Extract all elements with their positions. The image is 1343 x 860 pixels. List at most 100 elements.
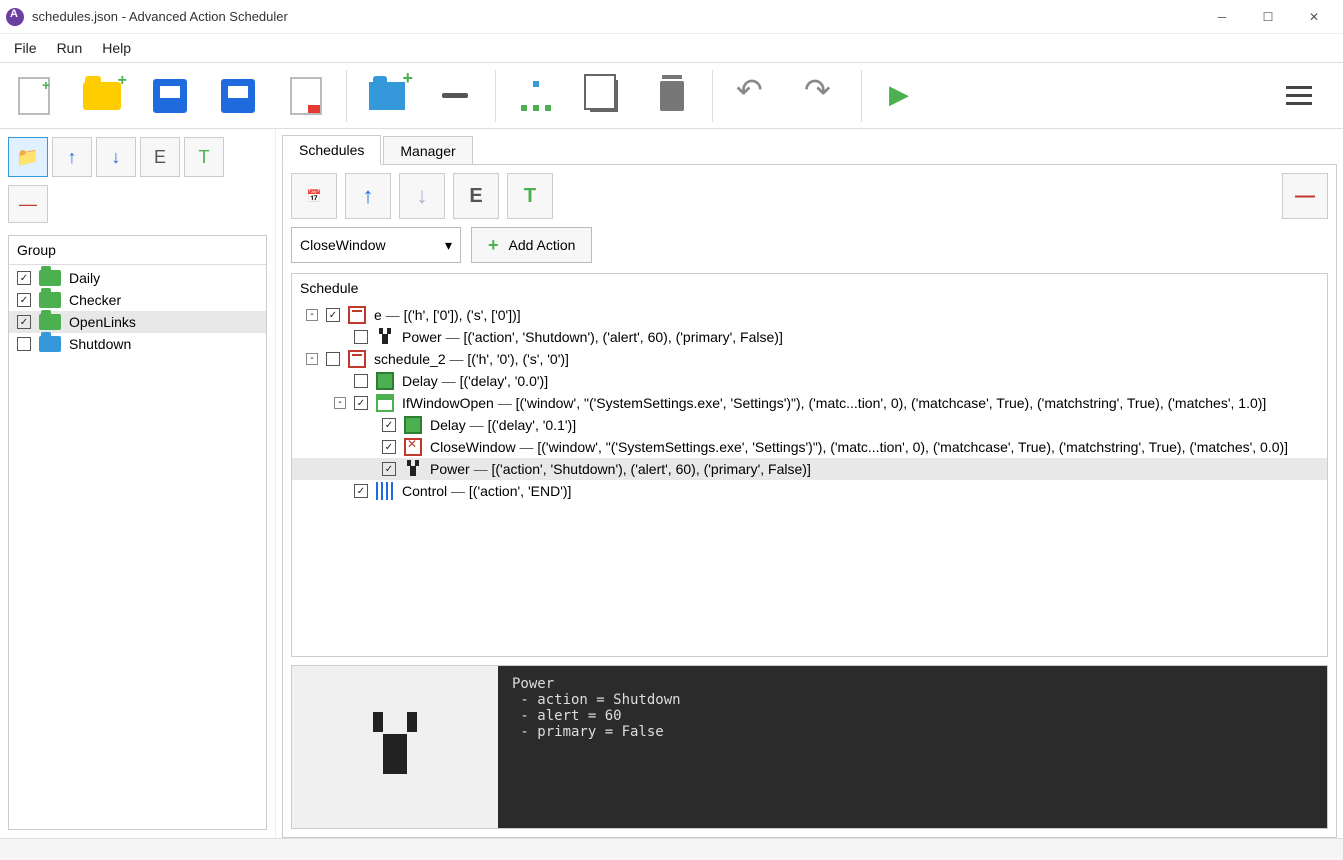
- copy-button[interactable]: [574, 71, 634, 121]
- folder-icon: [39, 336, 61, 352]
- menu-button[interactable]: [1269, 71, 1329, 121]
- checkbox[interactable]: [17, 315, 31, 329]
- tree-row[interactable]: -IfWindowOpen[('window', "('SystemSettin…: [292, 392, 1327, 414]
- remove-schedule-button[interactable]: [425, 71, 485, 121]
- tree-row[interactable]: Power[('action', 'Shutdown'), ('alert', …: [292, 326, 1327, 348]
- checkbox[interactable]: [354, 484, 368, 498]
- tab-schedules[interactable]: Schedules: [282, 135, 381, 165]
- sch-e-button[interactable]: E: [453, 173, 499, 219]
- tree-spacer: [334, 485, 346, 497]
- sch-add-button[interactable]: 📅: [291, 173, 337, 219]
- close-button[interactable]: ✕: [1291, 2, 1337, 32]
- tree-spacer: [334, 331, 346, 343]
- saveas-button[interactable]: [208, 71, 268, 121]
- power-plug-icon: [365, 712, 425, 782]
- checkbox[interactable]: [326, 308, 340, 322]
- arrow-up-icon: ↑: [68, 147, 77, 168]
- sidebar-down-button[interactable]: ↓: [96, 137, 136, 177]
- redo-button[interactable]: [791, 71, 851, 121]
- calendar-icon: [348, 350, 366, 368]
- undo-button[interactable]: [723, 71, 783, 121]
- tree-icon: [521, 81, 551, 111]
- tree-spacer: [362, 419, 374, 431]
- tree-row[interactable]: CloseWindow[('window', "('SystemSettings…: [292, 436, 1327, 458]
- menu-run[interactable]: Run: [47, 36, 93, 60]
- checkbox[interactable]: [17, 293, 31, 307]
- calendar-icon: 📅: [307, 189, 322, 203]
- copy-icon: [590, 80, 618, 112]
- checkbox[interactable]: [382, 462, 396, 476]
- tree-row-text: Delay[('delay', '0.0')]: [402, 373, 548, 389]
- schedule-tree: -e[('h', ['0']), ('s', ['0'])]Power[('ac…: [292, 302, 1327, 504]
- details-panel: Power - action = Shutdown - alert = 60 -…: [291, 665, 1328, 829]
- tree-toggle[interactable]: -: [334, 397, 346, 409]
- schedules-panel: 📅 E T — CloseWindow ▾ + Add Action Sched…: [282, 164, 1337, 838]
- menu-file[interactable]: File: [4, 36, 47, 60]
- checkbox[interactable]: [354, 374, 368, 388]
- checkbox[interactable]: [354, 330, 368, 344]
- group-item-checker[interactable]: Checker: [9, 289, 266, 311]
- add-schedule-button[interactable]: [357, 71, 417, 121]
- sidebar-t-button[interactable]: T: [184, 137, 224, 177]
- group-item-openlinks[interactable]: OpenLinks: [9, 311, 266, 333]
- e-icon: E: [154, 147, 166, 168]
- sidebar-minus-button[interactable]: —: [8, 185, 48, 223]
- delete-button[interactable]: [642, 71, 702, 121]
- sidebar-e-button[interactable]: E: [140, 137, 180, 177]
- group-item-shutdown[interactable]: Shutdown: [9, 333, 266, 355]
- sidebar-up-button[interactable]: ↑: [52, 137, 92, 177]
- window-icon: [376, 394, 394, 412]
- checkbox[interactable]: [354, 396, 368, 410]
- window-title: schedules.json - Advanced Action Schedul…: [32, 9, 288, 24]
- sch-t-button[interactable]: T: [507, 173, 553, 219]
- sch-minus-button[interactable]: —: [1282, 173, 1328, 219]
- checkbox[interactable]: [17, 271, 31, 285]
- checkbox[interactable]: [17, 337, 31, 351]
- power-icon: [404, 460, 422, 478]
- chevron-down-icon: ▾: [445, 237, 452, 254]
- group-item-label: Checker: [69, 292, 121, 308]
- add-action-button[interactable]: + Add Action: [471, 227, 592, 263]
- tree-toggle[interactable]: -: [306, 309, 318, 321]
- save-icon: [153, 79, 187, 113]
- main-toolbar: [0, 62, 1343, 129]
- app-icon: [6, 8, 24, 26]
- t-icon: T: [199, 147, 210, 168]
- sidebar-add-button[interactable]: 📁: [8, 137, 48, 177]
- delay-icon: [404, 416, 422, 434]
- control-icon: [376, 482, 394, 500]
- checkbox[interactable]: [382, 440, 396, 454]
- close-doc-button[interactable]: [276, 71, 336, 121]
- tree-toggle[interactable]: -: [306, 353, 318, 365]
- checkbox[interactable]: [382, 418, 396, 432]
- maximize-button[interactable]: ☐: [1245, 2, 1291, 32]
- tab-manager[interactable]: Manager: [383, 136, 472, 165]
- folder-icon: [39, 314, 61, 330]
- save-button[interactable]: [140, 71, 200, 121]
- run-button[interactable]: [872, 71, 932, 121]
- minimize-button[interactable]: ─: [1199, 2, 1245, 32]
- checkbox[interactable]: [326, 352, 340, 366]
- open-button[interactable]: [72, 71, 132, 121]
- group-item-daily[interactable]: Daily: [9, 267, 266, 289]
- sidebar: 📁 ↑ ↓ E T — Group DailyCheckerOpenLinksS…: [0, 129, 276, 838]
- tree-row[interactable]: Delay[('delay', '0.1')]: [292, 414, 1327, 436]
- titlebar: schedules.json - Advanced Action Schedul…: [0, 0, 1343, 34]
- tree-row[interactable]: Power[('action', 'Shutdown'), ('alert', …: [292, 458, 1327, 480]
- sch-down-button[interactable]: [399, 173, 445, 219]
- tree-row[interactable]: Control[('action', 'END')]: [292, 480, 1327, 502]
- tree-row-text: Control[('action', 'END')]: [402, 483, 571, 499]
- folder-plus-icon: 📁: [17, 147, 39, 168]
- hamburger-icon: [1286, 86, 1312, 105]
- folder-icon: [39, 292, 61, 308]
- tree-row[interactable]: -e[('h', ['0']), ('s', ['0'])]: [292, 304, 1327, 326]
- sch-up-button[interactable]: [345, 173, 391, 219]
- new-button[interactable]: [4, 71, 64, 121]
- tree-row[interactable]: Delay[('delay', '0.0')]: [292, 370, 1327, 392]
- tree-row[interactable]: -schedule_2[('h', '0'), ('s', '0')]: [292, 348, 1327, 370]
- separator: [712, 70, 713, 122]
- tree-button[interactable]: [506, 71, 566, 121]
- action-select[interactable]: CloseWindow ▾: [291, 227, 461, 263]
- menu-help[interactable]: Help: [92, 36, 141, 60]
- tree-spacer: [362, 463, 374, 475]
